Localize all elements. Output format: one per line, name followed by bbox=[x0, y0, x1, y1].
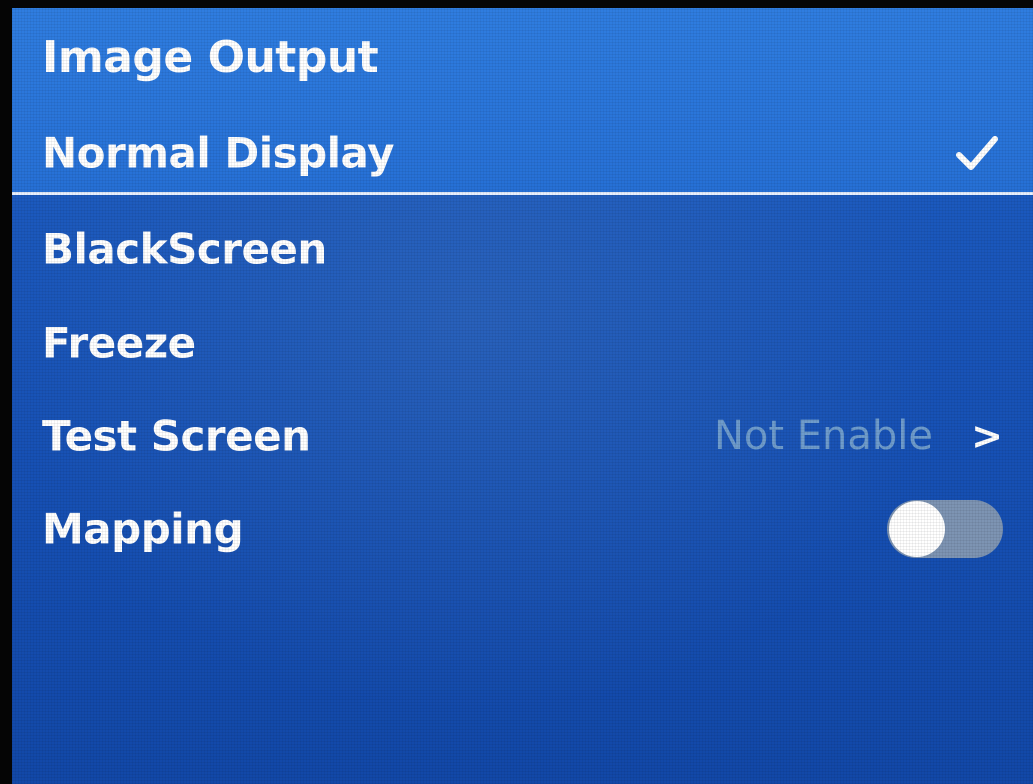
menu-item-label: Normal Display bbox=[42, 128, 395, 178]
menu-item-mapping[interactable]: Mapping bbox=[12, 484, 1033, 574]
chevron-right-icon: > bbox=[971, 414, 1003, 458]
menu-item-test-screen[interactable]: Test Screen Not Enable > bbox=[12, 391, 1033, 481]
menu-item-freeze[interactable]: Freeze bbox=[12, 298, 1033, 388]
menu-item-label: Freeze bbox=[42, 318, 196, 368]
mapping-toggle[interactable] bbox=[887, 500, 1003, 558]
menu-screen: Image Output Normal Display BlackScreen … bbox=[12, 8, 1033, 784]
checkmark-icon bbox=[956, 136, 998, 170]
menu-item-label: Test Screen bbox=[42, 411, 311, 461]
divider bbox=[12, 192, 1033, 195]
test-screen-value: Not Enable bbox=[713, 413, 933, 459]
toggle-knob bbox=[889, 501, 945, 557]
menu-item-label: BlackScreen bbox=[42, 224, 327, 274]
menu-item-normal-display[interactable]: Normal Display bbox=[12, 108, 1033, 198]
menu-item-blackscreen[interactable]: BlackScreen bbox=[12, 204, 1033, 294]
menu-item-label: Mapping bbox=[42, 504, 244, 554]
page-title: Image Output bbox=[42, 32, 379, 83]
